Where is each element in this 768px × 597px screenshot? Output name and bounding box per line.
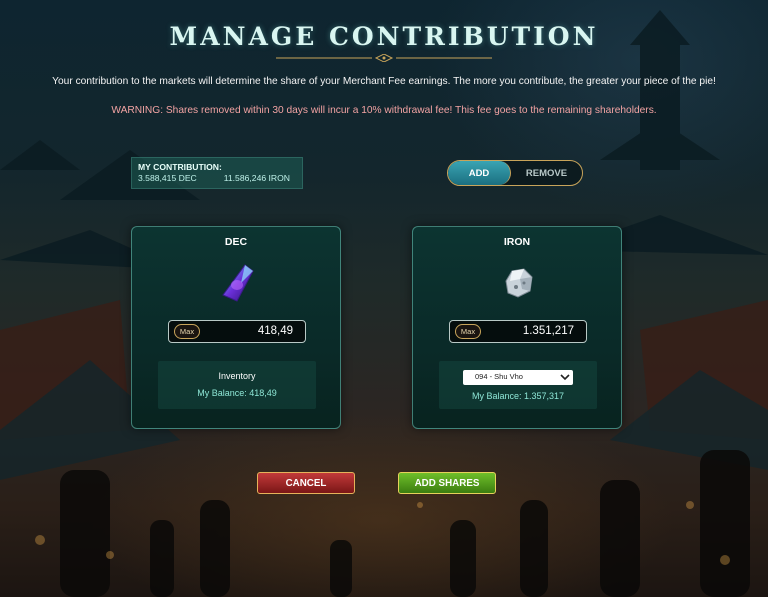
add-shares-button[interactable]: ADD SHARES [398, 472, 496, 494]
iron-ore-icon [505, 268, 533, 298]
contribution-label: MY CONTRIBUTION: [138, 162, 222, 172]
page-title: MANAGE CONTRIBUTION [169, 22, 599, 51]
contribution-iron: 11.586,246 IRON [223, 173, 290, 183]
iron-max-button[interactable]: Max [455, 324, 481, 339]
iron-amount-value: 1.351,217 [522, 325, 574, 337]
add-remove-toggle: ADD REMOVE [447, 160, 583, 186]
dec-amount-field[interactable]: Max 418,49 [168, 320, 306, 343]
dec-amount-value: 418,49 [257, 325, 293, 337]
dec-balance: My Balance: 418,49 [197, 388, 277, 398]
cancel-button[interactable]: CANCEL [257, 472, 355, 494]
iron-amount-field[interactable]: Max 1.351,217 [449, 320, 587, 343]
intro-text: Your contribution to the markets will de… [52, 76, 716, 87]
dec-card: DEC Max 418,49 Inventory My Balance: 418… [131, 226, 341, 429]
iron-source-panel: 094 - Shu Vho My Balance: 1.357,317 [439, 361, 597, 409]
iron-card-title: IRON [503, 236, 531, 248]
iron-balance: My Balance: 1.357,317 [471, 391, 565, 401]
dec-crystal-icon [222, 264, 254, 302]
tab-remove[interactable]: REMOVE [511, 161, 582, 185]
withdrawal-warning: WARNING: Shares removed within 30 days w… [111, 105, 657, 116]
land-source-select[interactable]: 094 - Shu Vho [463, 370, 573, 385]
dec-card-title: DEC [224, 236, 248, 248]
chevron-down-icon [560, 374, 570, 381]
tab-add[interactable]: ADD [448, 161, 511, 185]
land-source-value: 094 - Shu Vho [475, 372, 523, 381]
dec-source-panel: Inventory My Balance: 418,49 [158, 361, 316, 409]
my-contribution-summary: MY CONTRIBUTION: 3.588,415 DEC 11.586,24… [131, 157, 303, 189]
title-divider [276, 54, 492, 62]
contribution-dec: 3.588,415 DEC [138, 173, 197, 183]
iron-card: IRON Max 1.351,217 094 - Shu Vho My Bala… [412, 226, 622, 429]
market-background [0, 0, 768, 597]
dec-source-label: Inventory [218, 371, 256, 381]
dec-max-button[interactable]: Max [174, 324, 200, 339]
